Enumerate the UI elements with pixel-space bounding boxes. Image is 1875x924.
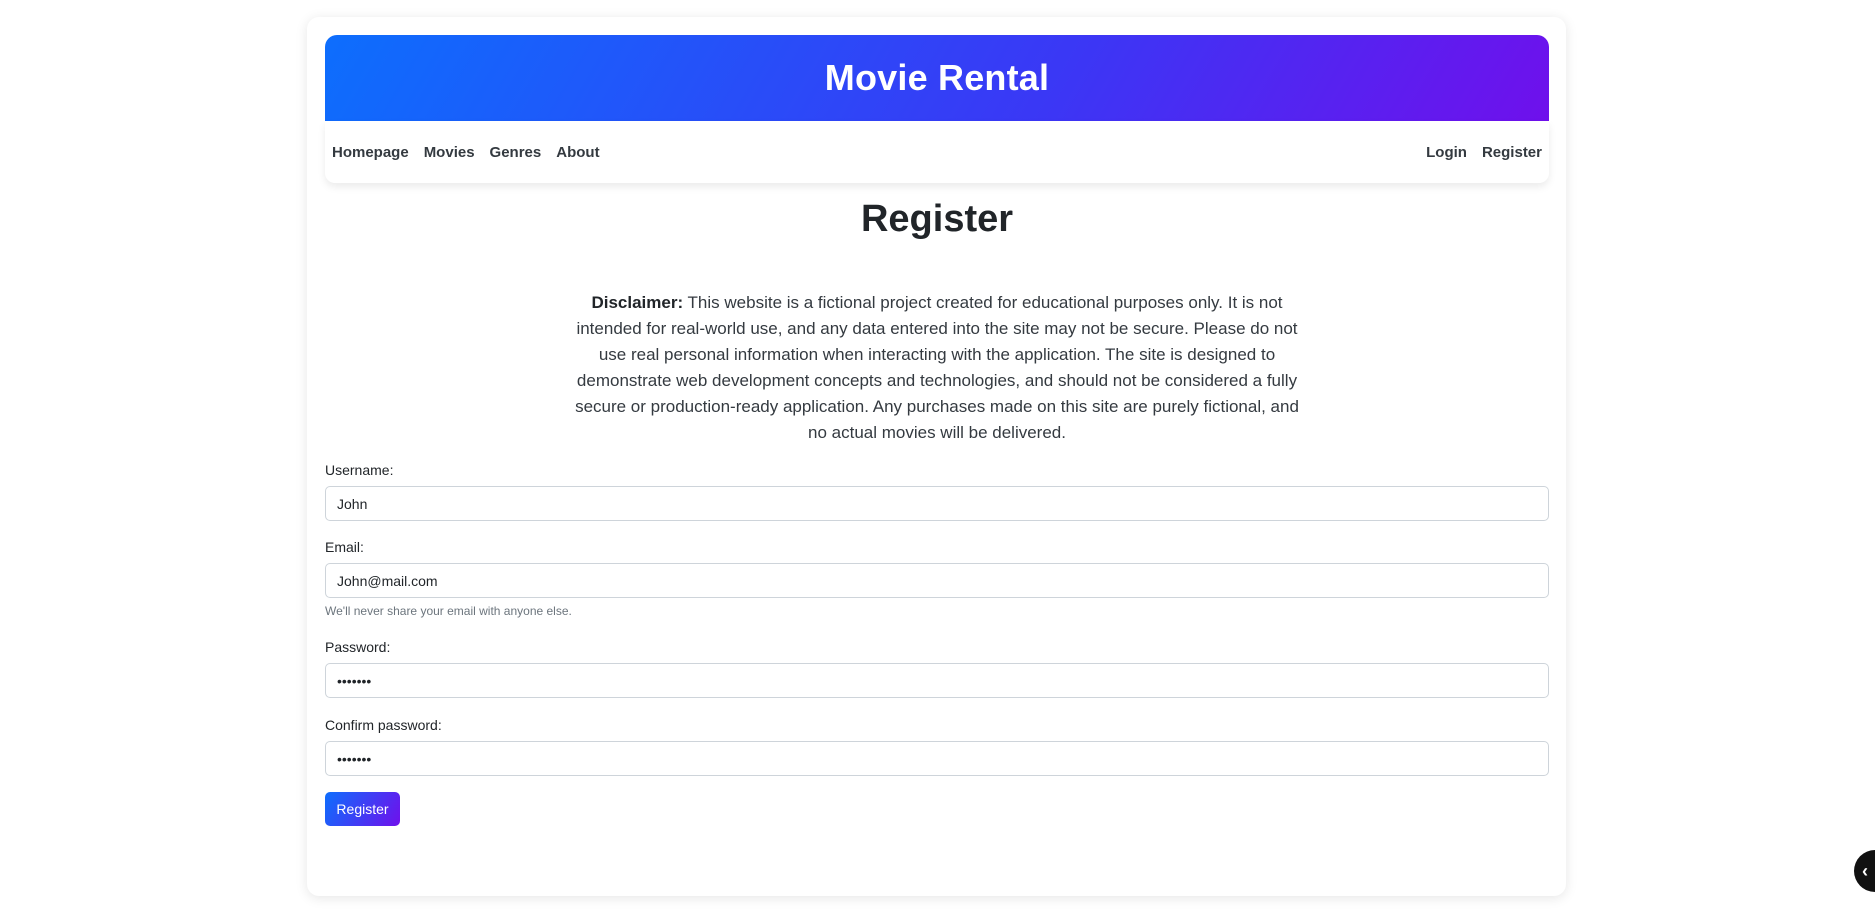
email-group: Email: John@mail.com We'll never share y… — [325, 539, 1549, 618]
password-label: Password: — [325, 639, 391, 655]
confirm-password-group: Confirm password: ••••••• — [325, 717, 1549, 776]
nav-link-register[interactable]: Register — [1482, 144, 1542, 161]
confirm-password-input[interactable]: ••••••• — [325, 741, 1549, 776]
nav-link-login[interactable]: Login — [1426, 144, 1467, 161]
disclaimer-label: Disclaimer: — [591, 293, 684, 312]
page-title: Register — [860, 198, 1014, 240]
password-group: Password: ••••••• — [325, 639, 1549, 698]
site-header: Movie Rental — [325, 35, 1549, 121]
email-help-text: We'll never share your email with anyone… — [325, 604, 572, 618]
confirm-password-label: Confirm password: — [325, 717, 442, 733]
disclaimer-body: This website is a fictional project crea… — [575, 293, 1299, 442]
username-label: Username: — [325, 462, 394, 478]
nav-link-about[interactable]: About — [556, 144, 599, 161]
email-label: Email: — [325, 539, 364, 555]
username-input[interactable]: John — [325, 486, 1549, 521]
floating-action-button[interactable]: ‹ — [1854, 850, 1875, 892]
site-title: Movie Rental — [824, 57, 1050, 98]
nav-link-movies[interactable]: Movies — [424, 144, 475, 161]
nav-left-group: Homepage Movies Genres About — [332, 144, 600, 161]
nav-link-homepage[interactable]: Homepage — [332, 144, 409, 161]
register-submit-button[interactable]: Register — [325, 792, 400, 826]
page: Movie Rental Homepage Movies Genres Abou… — [0, 0, 1875, 924]
password-input[interactable]: ••••••• — [325, 663, 1549, 698]
username-group: Username: John — [325, 462, 1549, 521]
email-input[interactable]: John@mail.com — [325, 563, 1549, 598]
nav-link-genres[interactable]: Genres — [490, 144, 542, 161]
nav-right-group: Login Register — [1426, 144, 1542, 161]
chevron-left-icon: ‹ — [1862, 860, 1868, 881]
main-navbar: Homepage Movies Genres About Login Regis… — [325, 121, 1549, 183]
disclaimer-text: Disclaimer: This website is a fictional … — [572, 290, 1302, 446]
